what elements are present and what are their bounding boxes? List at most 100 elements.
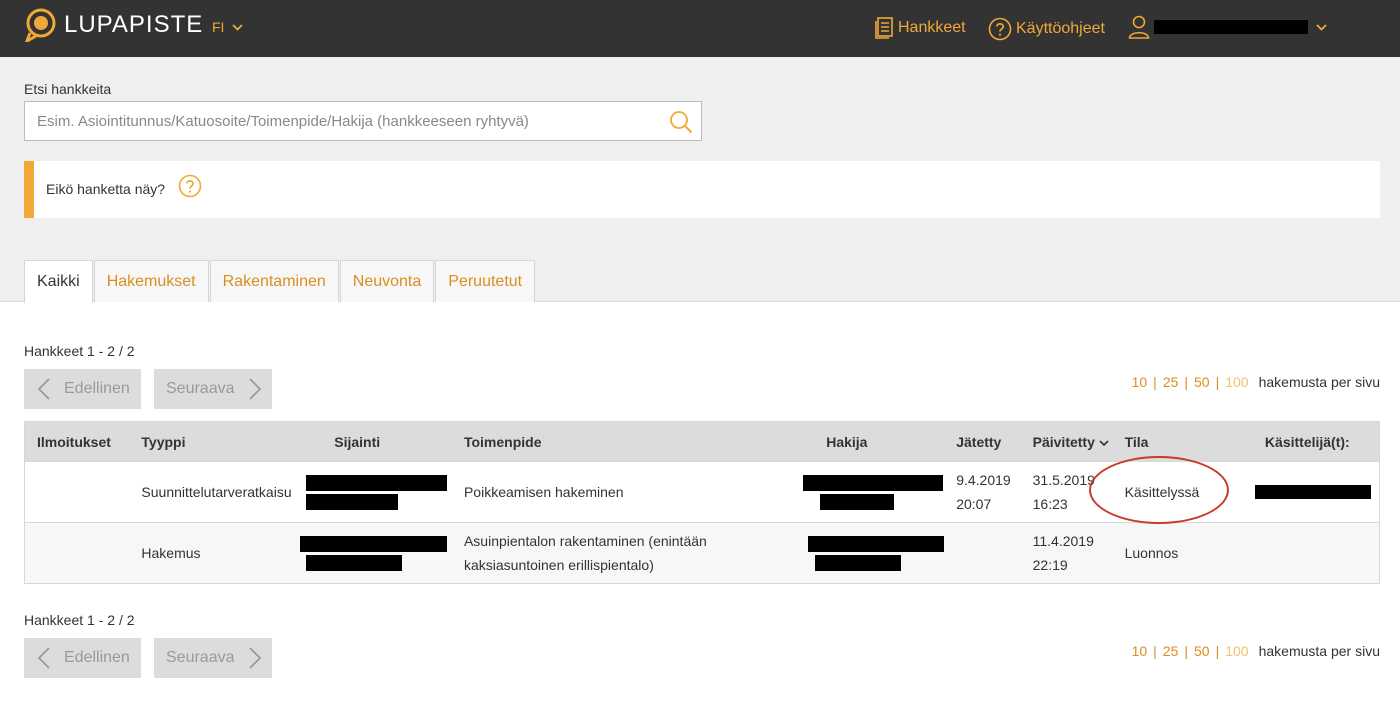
table-row[interactable]: Hakemus Asuinpientalon rakentaminen (eni… xyxy=(24,522,1380,584)
notifications-cell xyxy=(24,522,130,584)
sort-down-icon xyxy=(1099,439,1109,446)
submitted-cell: 9.4.2019 20:07 xyxy=(944,461,1021,523)
user-name-redacted xyxy=(1154,20,1308,34)
column-header-operation[interactable]: Toimenpide xyxy=(451,421,767,462)
per-page-10[interactable]: 10 xyxy=(1132,643,1148,659)
nav-help-link[interactable]: Käyttöohjeet xyxy=(988,17,1105,41)
per-page-label: hakemusta per sivu xyxy=(1258,643,1380,659)
state-cell: Luonnos xyxy=(1112,522,1245,584)
language-selector[interactable]: FI xyxy=(212,19,244,35)
updated-cell: 31.5.2019 16:23 xyxy=(1020,461,1113,523)
operation-cell: Asuinpientalon rakentaminen (enintään ka… xyxy=(451,522,767,584)
next-label: Seuraava xyxy=(166,380,235,397)
updated-date: 11.4.2019 xyxy=(1032,533,1094,549)
column-header-applicant[interactable]: Hakija xyxy=(766,421,945,462)
per-page-100[interactable]: 100 xyxy=(1225,374,1248,390)
updated-header-label: Päivitetty xyxy=(1032,433,1095,450)
column-header-location[interactable]: Sijainti xyxy=(294,421,452,462)
notice-text: Eikö hanketta näy? xyxy=(46,181,166,197)
search-area: Etsi hankkeita Eikö hanketta näy? Kaikki… xyxy=(0,57,1400,303)
help-icon[interactable] xyxy=(178,174,202,198)
column-header-submitted[interactable]: Jätetty xyxy=(944,421,1021,462)
result-count: Hankkeet 1 - 2 / 2 xyxy=(24,612,135,628)
redacted-address xyxy=(300,535,448,552)
logo[interactable]: LUPAPISTE xyxy=(24,8,203,42)
table-row[interactable]: Suunnittelutarveratkaisu Poikkeamisen ha… xyxy=(24,461,1380,523)
language-label: FI xyxy=(212,19,225,35)
redacted-address xyxy=(306,474,448,491)
logo-text: LUPAPISTE xyxy=(64,11,204,38)
previous-page-button[interactable]: Edellinen xyxy=(24,638,141,678)
per-page-10[interactable]: 10 xyxy=(1132,374,1148,390)
next-label: Seuraava xyxy=(166,649,235,666)
tab-cancelled[interactable]: Peruutetut xyxy=(435,260,536,302)
operation-cell: Poikkeamisen hakeminen xyxy=(451,461,767,523)
previous-label: Edellinen xyxy=(64,649,130,666)
next-page-button[interactable]: Seuraava xyxy=(154,369,272,409)
projects-table: Ilmoitukset Tyyppi Sijainti Toimenpide H… xyxy=(24,421,1380,584)
per-page-25[interactable]: 25 xyxy=(1163,643,1179,659)
tab-all[interactable]: Kaikki xyxy=(24,260,93,303)
nav-help-label: Käyttöohjeet xyxy=(1016,20,1105,37)
chevron-right-icon xyxy=(248,647,261,669)
tab-advisory[interactable]: Neuvonta xyxy=(339,260,435,302)
submitted-time: 20:07 xyxy=(956,496,992,512)
submitted-cell xyxy=(944,522,1021,584)
tab-bar: Kaikki Hakemukset Rakentaminen Neuvonta … xyxy=(24,260,536,303)
chevron-left-icon xyxy=(38,378,50,400)
separator: | xyxy=(1153,643,1157,659)
per-page-100[interactable]: 100 xyxy=(1225,643,1248,659)
per-page-50[interactable]: 50 xyxy=(1194,374,1210,390)
redacted-applicant xyxy=(815,554,902,571)
per-page-50[interactable]: 50 xyxy=(1194,643,1210,659)
missing-project-notice: Eikö hanketta näy? xyxy=(24,161,1380,218)
redacted-applicant xyxy=(803,474,944,491)
applicant-cell xyxy=(766,522,945,584)
location-cell xyxy=(294,461,452,523)
column-header-notifications[interactable]: Ilmoitukset xyxy=(24,421,130,462)
applicant-cell xyxy=(766,461,945,523)
previous-page-button[interactable]: Edellinen xyxy=(24,369,141,409)
notifications-cell xyxy=(24,461,130,523)
separator: | xyxy=(1215,374,1220,390)
search-label: Etsi hankkeita xyxy=(24,81,112,97)
state-cell: Käsittelyssä xyxy=(1112,461,1245,523)
tab-construction[interactable]: Rakentaminen xyxy=(209,260,339,302)
chevron-down-icon xyxy=(1316,23,1327,31)
updated-time: 22:19 xyxy=(1032,557,1068,573)
search-box xyxy=(24,101,702,141)
document-list-icon xyxy=(875,17,893,39)
submitted-date: 9.4.2019 xyxy=(956,472,1011,488)
table-header-row: Ilmoitukset Tyyppi Sijainti Toimenpide H… xyxy=(24,421,1380,462)
type-cell: Hakemus xyxy=(129,522,295,584)
column-header-handlers[interactable]: Käsittelijä(t): xyxy=(1244,421,1380,462)
user-icon xyxy=(1128,15,1150,39)
redacted-address xyxy=(306,554,403,571)
handlers-cell xyxy=(1244,522,1380,584)
search-icon[interactable] xyxy=(669,110,693,134)
column-header-type[interactable]: Tyyppi xyxy=(129,421,295,462)
tab-applications[interactable]: Hakemukset xyxy=(93,260,209,302)
handlers-cell xyxy=(1244,461,1380,523)
user-menu[interactable] xyxy=(1128,15,1327,39)
nav-projects-link[interactable]: Hankkeet xyxy=(874,17,966,39)
chevron-down-icon xyxy=(232,23,244,31)
type-cell: Suunnittelutarveratkaisu xyxy=(129,461,295,523)
search-input[interactable] xyxy=(25,102,645,140)
column-header-state[interactable]: Tila xyxy=(1112,421,1245,462)
separator: | xyxy=(1153,374,1157,390)
location-cell xyxy=(294,522,452,584)
column-header-updated[interactable]: Päivitetty xyxy=(1020,421,1113,462)
per-page-25[interactable]: 25 xyxy=(1163,374,1179,390)
chevron-left-icon xyxy=(38,647,50,669)
per-page-selector: 10 | 25 | 50 | 100 hakemusta per sivu xyxy=(1132,643,1380,659)
next-page-button[interactable]: Seuraava xyxy=(154,638,272,678)
result-count: Hankkeet 1 - 2 / 2 xyxy=(24,343,135,359)
previous-label: Edellinen xyxy=(64,380,130,397)
redacted-applicant xyxy=(808,535,945,552)
nav-projects-label: Hankkeet xyxy=(898,19,966,36)
separator: | xyxy=(1184,643,1189,659)
updated-cell: 11.4.2019 22:19 xyxy=(1020,522,1113,584)
separator: | xyxy=(1184,374,1189,390)
updated-date: 31.5.2019 xyxy=(1032,472,1095,488)
